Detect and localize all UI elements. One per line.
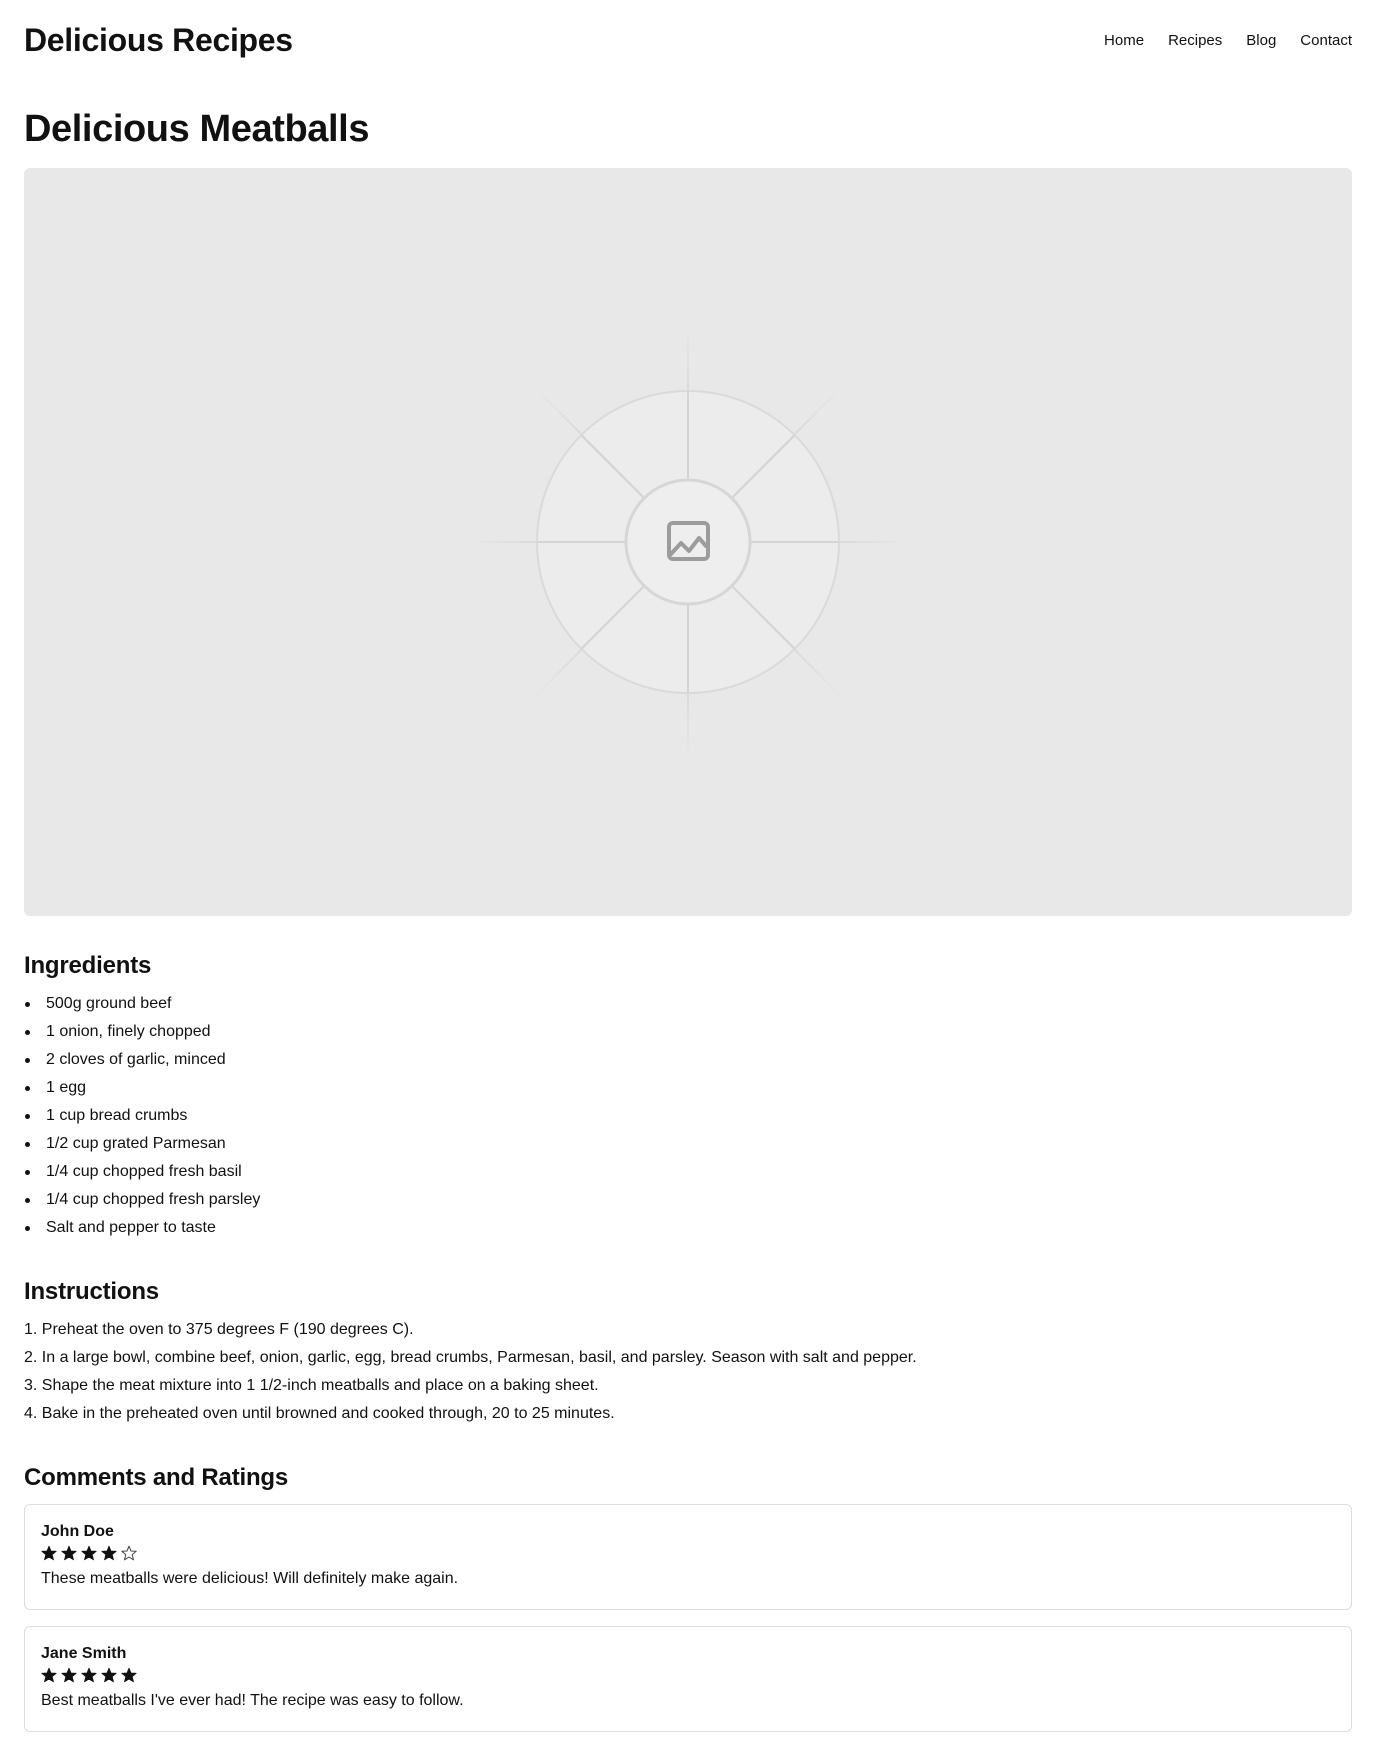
main-nav: Home Recipes Blog Contact	[1104, 32, 1352, 49]
star-filled-icon	[61, 1545, 77, 1561]
star-empty-icon	[121, 1545, 137, 1561]
comments-heading: Comments and Ratings	[24, 1464, 289, 1491]
placeholder-graphic	[478, 332, 898, 752]
star-filled-icon	[61, 1667, 77, 1683]
comment-text: These meatballs were delicious! Will def…	[41, 1570, 459, 1587]
star-filled-icon	[41, 1545, 57, 1561]
instructions-section: Instructions 1. Preheat the oven to 375 …	[24, 1278, 1352, 1428]
nav-blog-link[interactable]: Blog	[1246, 32, 1276, 49]
ingredient-item: 1 onion, finely chopped	[24, 1018, 1352, 1046]
ingredients-heading: Ingredients	[24, 952, 152, 979]
site-title[interactable]: Delicious Recipes	[24, 22, 293, 59]
comments-section: Comments and Ratings John Doe These meat…	[24, 1464, 1352, 1732]
ingredient-item: Salt and pepper to taste	[24, 1214, 1352, 1242]
instruction-step: 3. Shape the meat mixture into 1 1/2-inc…	[24, 1377, 599, 1394]
ingredient-item: 1 cup bread crumbs	[24, 1102, 1352, 1130]
nav-recipes-link[interactable]: Recipes	[1168, 32, 1222, 49]
site-header: Delicious Recipes Home Recipes Blog Cont…	[24, 0, 1352, 80]
instructions-heading: Instructions	[24, 1278, 159, 1305]
comment-text: Best meatballs I've ever had! The recipe…	[41, 1692, 464, 1709]
ingredients-section: Ingredients 500g ground beef 1 onion, fi…	[24, 952, 1352, 1242]
ingredients-list: 500g ground beef 1 onion, finely chopped…	[24, 990, 1352, 1242]
ingredient-item: 2 cloves of garlic, minced	[24, 1046, 1352, 1074]
nav-contact-link[interactable]: Contact	[1300, 32, 1352, 49]
recipe-image-placeholder	[24, 168, 1352, 916]
instruction-step: 1. Preheat the oven to 375 degrees F (19…	[24, 1321, 414, 1338]
star-filled-icon	[101, 1545, 117, 1561]
star-filled-icon	[81, 1667, 97, 1683]
comment-author: John Doe	[41, 1523, 114, 1540]
star-filled-icon	[41, 1667, 57, 1683]
comment-card: Jane Smith Best meatballs I've ever had!…	[24, 1626, 1352, 1732]
instruction-step: 2. In a large bowl, combine beef, onion,…	[24, 1349, 917, 1366]
instruction-step: 4. Bake in the preheated oven until brow…	[24, 1405, 615, 1422]
star-filled-icon	[81, 1545, 97, 1561]
star-filled-icon	[121, 1667, 137, 1683]
instructions-list: 1. Preheat the oven to 375 degrees F (19…	[24, 1316, 1352, 1428]
comment-card: John Doe These meatballs were delicious!…	[24, 1504, 1352, 1610]
comment-author: Jane Smith	[41, 1645, 127, 1662]
ingredient-item: 1/4 cup chopped fresh basil	[24, 1158, 1352, 1186]
star-rating	[41, 1543, 1335, 1563]
page: Delicious Recipes Home Recipes Blog Cont…	[0, 0, 1376, 1763]
star-rating	[41, 1665, 1335, 1685]
recipe-title: Delicious Meatballs	[24, 108, 370, 150]
star-filled-icon	[101, 1667, 117, 1683]
ingredient-item: 1/4 cup chopped fresh parsley	[24, 1186, 1352, 1214]
ingredient-item: 1/2 cup grated Parmesan	[24, 1130, 1352, 1158]
nav-home-link[interactable]: Home	[1104, 32, 1144, 49]
ingredient-item: 1 egg	[24, 1074, 1352, 1102]
ingredient-item: 500g ground beef	[24, 990, 1352, 1018]
